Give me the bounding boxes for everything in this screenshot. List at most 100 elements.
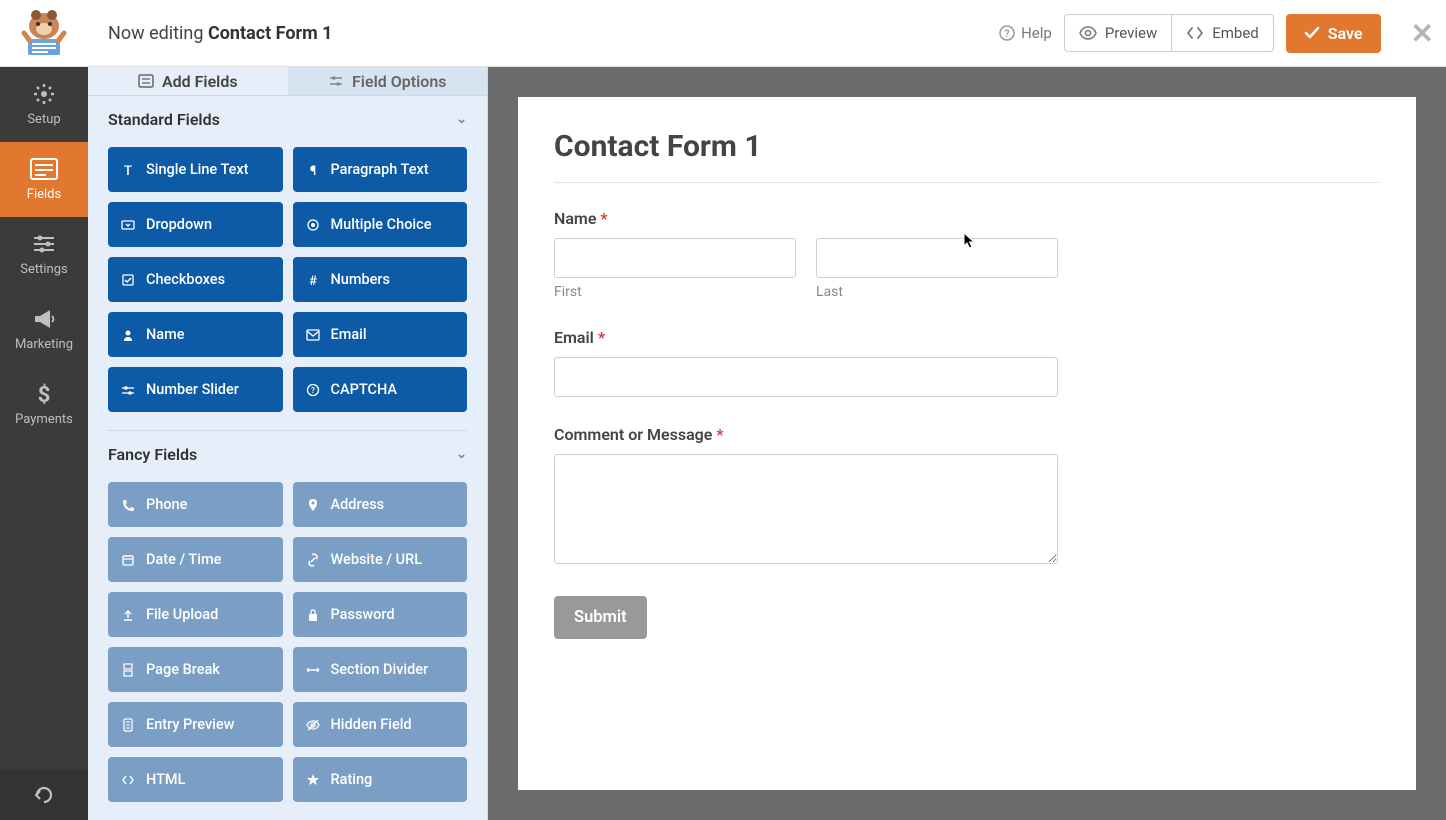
field-entry-preview[interactable]: Entry Preview — [108, 702, 283, 747]
sliders-icon — [30, 232, 58, 256]
field-options-icon — [328, 74, 344, 88]
user-icon — [120, 327, 136, 343]
tab-field-options[interactable]: Field Options — [288, 67, 488, 96]
field-section-divider[interactable]: Section Divider — [293, 647, 468, 692]
calendar-icon — [120, 552, 136, 568]
check-icon — [1304, 26, 1320, 40]
svg-text:#: # — [309, 274, 317, 287]
gear-icon — [30, 82, 58, 106]
rail-undo[interactable] — [0, 770, 88, 820]
add-fields-icon — [138, 74, 154, 88]
code-icon — [120, 772, 136, 788]
comment-label: Comment or Message* — [554, 425, 1380, 444]
rail-payments-label: Payments — [15, 412, 73, 427]
tab-options-label: Field Options — [352, 72, 446, 91]
field-captcha[interactable]: ?CAPTCHA — [293, 367, 468, 412]
document-icon — [120, 717, 136, 733]
save-label: Save — [1328, 24, 1363, 43]
field-checkboxes[interactable]: Checkboxes — [108, 257, 283, 302]
svg-text:$: $ — [38, 383, 51, 406]
first-name-input[interactable] — [554, 238, 796, 278]
field-single-line-text[interactable]: TSingle Line Text — [108, 147, 283, 192]
nav-rail: Setup Fields Settings Marketing $ Paymen… — [0, 67, 88, 820]
field-hidden-field[interactable]: Hidden Field — [293, 702, 468, 747]
field-file-upload[interactable]: File Upload — [108, 592, 283, 637]
link-icon — [305, 552, 321, 568]
field-page-break[interactable]: Page Break — [108, 647, 283, 692]
rail-setup[interactable]: Setup — [0, 67, 88, 142]
field-phone[interactable]: Phone — [108, 482, 283, 527]
field-paragraph-text[interactable]: ¶Paragraph Text — [293, 147, 468, 192]
rail-settings-label: Settings — [20, 262, 67, 277]
save-button[interactable]: Save — [1286, 14, 1381, 53]
preview-label: Preview — [1105, 24, 1157, 42]
field-rating[interactable]: Rating — [293, 757, 468, 802]
field-html[interactable]: HTML — [108, 757, 283, 802]
field-dropdown[interactable]: Dropdown — [108, 202, 283, 247]
field-name[interactable]: Name — [108, 312, 283, 357]
help-label: Help — [1021, 24, 1052, 42]
paragraph-icon: ¶ — [305, 162, 321, 178]
embed-label: Embed — [1212, 24, 1259, 42]
field-email[interactable]: Email — [293, 312, 468, 357]
radio-icon — [305, 217, 321, 233]
form-preview-card[interactable]: Contact Form 1 Name* First Last — [518, 97, 1416, 790]
page-title: Now editing Contact Form 1 — [88, 23, 999, 44]
checkbox-icon — [120, 272, 136, 288]
help-icon: ? — [999, 25, 1015, 41]
last-sublabel: Last — [816, 284, 1058, 300]
field-number-slider[interactable]: Number Slider — [108, 367, 283, 412]
phone-icon — [120, 497, 136, 513]
field-website-url[interactable]: Website / URL — [293, 537, 468, 582]
field-address[interactable]: Address — [293, 482, 468, 527]
eye-off-icon — [305, 717, 321, 733]
field-row-name[interactable]: Name* First Last — [554, 209, 1380, 300]
field-row-email[interactable]: Email* — [554, 328, 1380, 397]
submit-button[interactable]: Submit — [554, 596, 647, 639]
top-bar: Now editing Contact Form 1 ? Help Previe… — [0, 0, 1446, 67]
rail-marketing[interactable]: Marketing — [0, 292, 88, 367]
chevron-down-icon: ⌄ — [456, 112, 467, 127]
bullhorn-icon — [30, 307, 58, 331]
page-break-icon — [120, 662, 136, 678]
section-standard-fields[interactable]: Standard Fields ⌄ — [88, 96, 487, 143]
dollar-icon: $ — [30, 382, 58, 406]
map-pin-icon — [305, 497, 321, 513]
dropdown-icon — [120, 217, 136, 233]
first-sublabel: First — [554, 284, 796, 300]
preview-button[interactable]: Preview — [1064, 14, 1171, 52]
tab-add-fields[interactable]: Add Fields — [88, 67, 288, 96]
code-icon — [1186, 26, 1204, 40]
last-name-input[interactable] — [816, 238, 1058, 278]
help-link[interactable]: ? Help — [999, 24, 1052, 42]
section-fancy-fields[interactable]: Fancy Fields ⌄ — [88, 431, 487, 478]
field-date-time[interactable]: Date / Time — [108, 537, 283, 582]
tab-add-label: Add Fields — [162, 72, 238, 91]
field-numbers[interactable]: #Numbers — [293, 257, 468, 302]
rail-payments[interactable]: $ Payments — [0, 367, 88, 442]
form-canvas: Contact Form 1 Name* First Last — [488, 67, 1446, 820]
text-icon: T — [120, 162, 136, 178]
envelope-icon — [305, 327, 321, 343]
field-row-comment[interactable]: Comment or Message* — [554, 425, 1380, 568]
rail-setup-label: Setup — [27, 112, 60, 127]
fields-panel: Add Fields Field Options Standard Fields… — [88, 67, 488, 820]
field-multiple-choice[interactable]: Multiple Choice — [293, 202, 468, 247]
field-password[interactable]: Password — [293, 592, 468, 637]
form-divider — [554, 182, 1380, 183]
close-button[interactable]: ✕ — [1411, 17, 1434, 50]
captcha-icon: ? — [305, 382, 321, 398]
section-fancy-label: Fancy Fields — [108, 445, 197, 464]
svg-text:?: ? — [1005, 29, 1010, 40]
svg-text:T: T — [124, 164, 132, 177]
rail-marketing-label: Marketing — [15, 337, 73, 352]
comment-textarea[interactable] — [554, 454, 1058, 564]
upload-icon — [120, 607, 136, 623]
form-title: Contact Form 1 — [554, 129, 1380, 164]
name-label: Name* — [554, 209, 1380, 228]
chevron-down-icon: ⌄ — [456, 447, 467, 462]
rail-settings[interactable]: Settings — [0, 217, 88, 292]
email-input[interactable] — [554, 357, 1058, 397]
rail-fields[interactable]: Fields — [0, 142, 88, 217]
embed-button[interactable]: Embed — [1171, 14, 1274, 52]
